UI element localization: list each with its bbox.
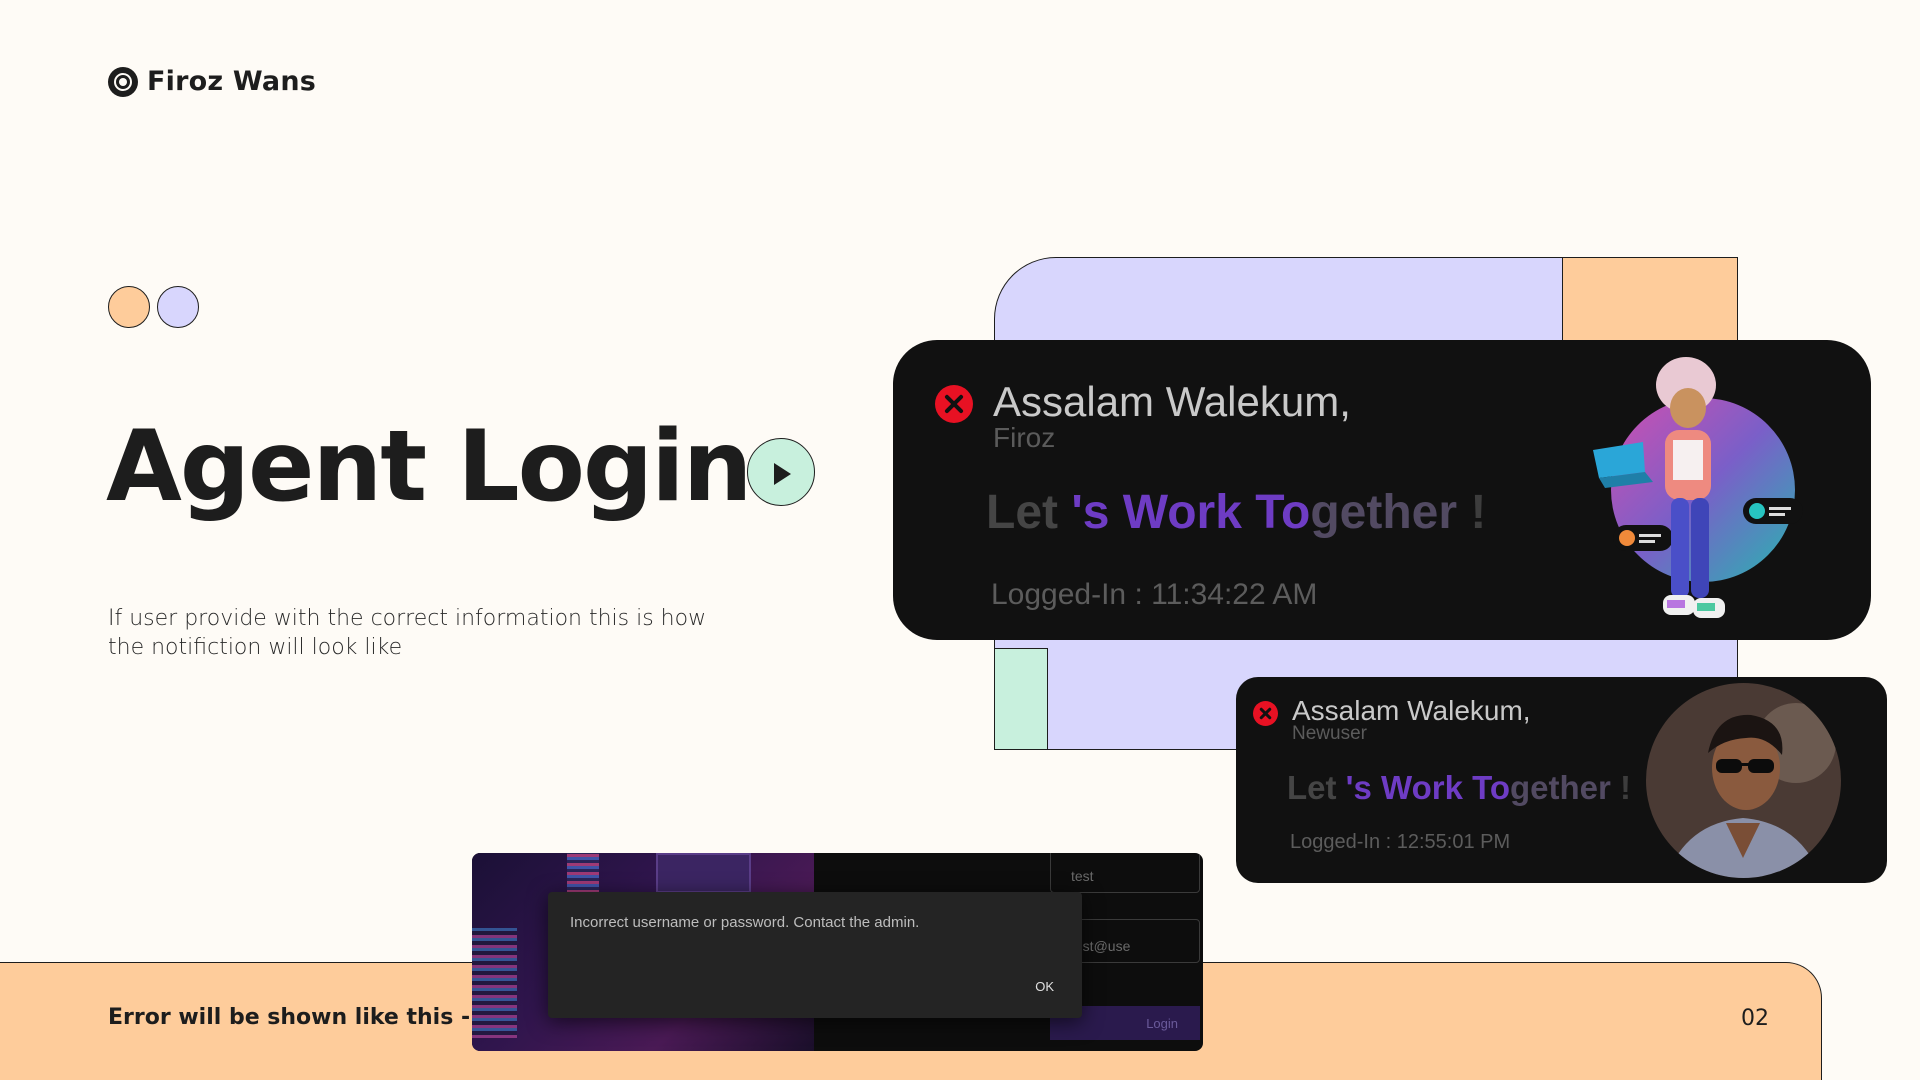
username: Firoz [993, 422, 1056, 453]
decorative-strip [567, 853, 599, 893]
ok-button[interactable]: OK [1035, 979, 1054, 994]
error-message: Incorrect username or password. Contact … [570, 914, 920, 931]
play-icon [774, 463, 791, 485]
target-icon [108, 66, 138, 97]
close-icon[interactable] [935, 385, 973, 423]
tagline: Let 's Work Together ! [986, 486, 1487, 539]
greeting: Assalam Walekum, [993, 378, 1351, 425]
notification-card-main: Assalam Walekum, Firoz Let 's Work Toget… [893, 340, 1871, 640]
lavender-dot [157, 286, 199, 328]
mint-shape [994, 648, 1048, 750]
decorative-frame [656, 853, 751, 893]
description: If user provide with the correct informa… [108, 606, 707, 660]
brand: Firoz Wans [108, 66, 316, 97]
logged-in-time: Logged-In : 11:34:22 AM [991, 578, 1318, 611]
error-dialog: Incorrect username or password. Contact … [548, 892, 1082, 1018]
logged-in-time: Logged-In : 12:55:01 PM [1290, 831, 1511, 853]
close-icon[interactable] [1253, 701, 1278, 726]
brand-name: Firoz Wans [147, 66, 317, 97]
play-button[interactable] [747, 438, 815, 506]
footer-label: Error will be shown like this - > [108, 1005, 497, 1030]
page-number: 02 [1741, 1006, 1769, 1031]
3d-character-avatar [1593, 357, 1803, 618]
user-photo-avatar [1646, 683, 1841, 878]
tagline: Let 's Work Together ! [1287, 769, 1632, 806]
peach-dot [108, 286, 150, 328]
decorative-side [472, 928, 517, 1038]
error-preview-screenshot: test test@use Login Incorrect username o… [472, 853, 1203, 1051]
page-title: Agent Login [106, 410, 752, 524]
notification-card-secondary: Assalam Walekum, Newuser Let 's Work Tog… [1236, 677, 1887, 883]
username-field[interactable]: test [1050, 853, 1200, 893]
username: Newuser [1292, 723, 1367, 744]
